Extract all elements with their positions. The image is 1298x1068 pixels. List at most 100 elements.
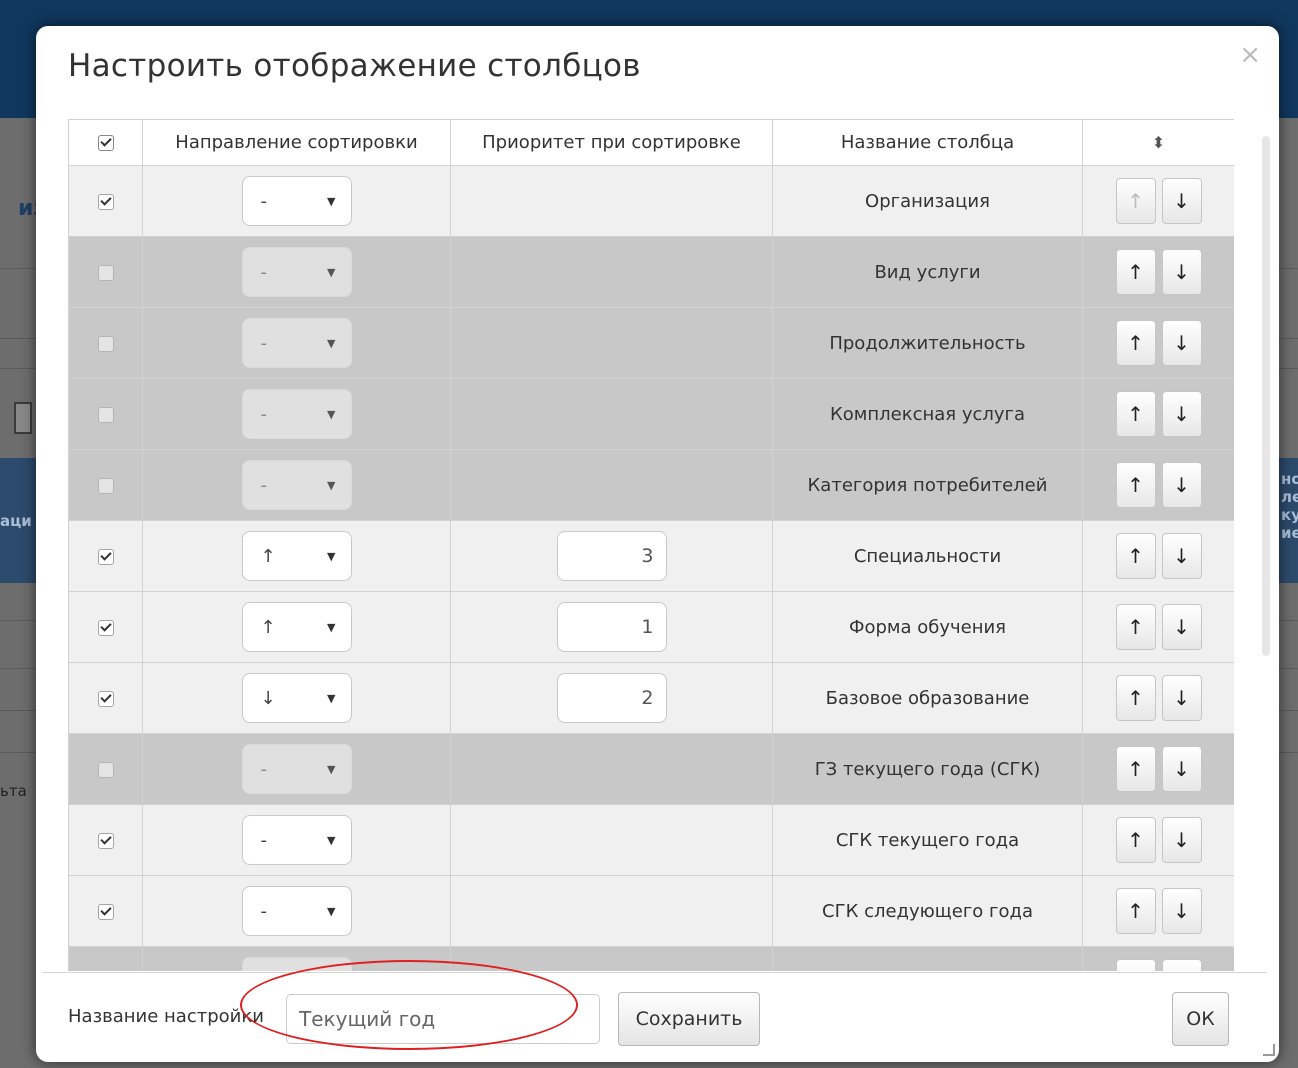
row-visibility-checkbox[interactable] xyxy=(97,548,114,565)
dropdown-arrow-icon: ▼ xyxy=(327,336,336,350)
table-row: - ▼ Продолжительность ↑ ↓ xyxy=(68,307,1234,379)
move-up-button[interactable]: ↑ xyxy=(1115,320,1156,366)
row-priority-cell: 1 xyxy=(450,591,773,663)
sort-direction-select[interactable]: -▼ xyxy=(241,247,352,297)
sort-icon[interactable]: ⬍ xyxy=(1152,133,1165,152)
sort-direction-select[interactable]: ↓ ▼ xyxy=(241,673,352,723)
move-up-button[interactable]: ↑ xyxy=(1115,959,1156,971)
row-priority-cell xyxy=(450,733,773,805)
save-button[interactable]: Сохранить xyxy=(618,992,760,1046)
arrow-down-icon: ↓ xyxy=(1173,686,1190,710)
arrow-up-icon: ↑ xyxy=(1127,189,1144,213)
sort-direction-select[interactable]: -▼ xyxy=(241,744,352,794)
move-down-button[interactable]: ↓ xyxy=(1161,178,1202,224)
row-move-cell: ↑↓ xyxy=(1082,165,1234,237)
move-up-button[interactable]: ↑ xyxy=(1115,249,1156,295)
columns-table-body: - ▼ Организация ↑ ↓ - ▼ Вид услуги ↑ ↓ - ▼ Продолжит… xyxy=(68,165,1234,971)
move-down-button[interactable]: ↓ xyxy=(1161,817,1202,863)
sort-direction-value: - xyxy=(260,474,268,496)
sort-direction-select[interactable]: ↑ ▼ xyxy=(241,602,352,652)
row-column-name: Категория потребителей xyxy=(772,449,1083,521)
background-text: ьта xyxy=(0,782,27,800)
sort-direction-select[interactable]: -▼ xyxy=(241,957,352,971)
row-visibility-checkbox[interactable] xyxy=(97,832,114,849)
row-direction-cell: ↑ ▼ xyxy=(142,591,451,663)
dropdown-arrow-icon: ▼ xyxy=(327,620,336,634)
move-up-button[interactable]: ↑ xyxy=(1115,888,1156,934)
move-up-button[interactable]: ↑ xyxy=(1115,391,1156,437)
arrow-down-icon: ↓ xyxy=(1173,331,1190,355)
move-down-button[interactable]: ↓ xyxy=(1161,320,1202,366)
move-up-button[interactable]: ↑ xyxy=(1115,817,1156,863)
header-column-name: Название столбца xyxy=(772,119,1083,166)
row-direction-cell: -▼ xyxy=(142,946,451,971)
move-down-button[interactable]: ↓ xyxy=(1161,533,1202,579)
columns-grid: Направление сортировки Приоритет при сор… xyxy=(68,119,1234,971)
row-visibility-checkbox[interactable] xyxy=(97,690,114,707)
move-up-button[interactable]: ↑ xyxy=(1115,533,1156,579)
move-up-button[interactable]: ↑ xyxy=(1115,746,1156,792)
move-up-button[interactable]: ↑ xyxy=(1115,604,1156,650)
row-visibility-checkbox[interactable] xyxy=(97,193,114,210)
row-direction-cell: -▼ xyxy=(142,378,451,450)
move-down-button[interactable]: ↓ xyxy=(1161,249,1202,295)
row-direction-cell: -▼ xyxy=(142,875,451,947)
close-icon[interactable]: × xyxy=(1239,40,1261,70)
row-visibility-checkbox[interactable] xyxy=(97,761,114,778)
arrow-up-icon: ↑ xyxy=(1127,473,1144,497)
setting-name-input[interactable]: Текущий год xyxy=(286,994,600,1044)
arrow-up-icon: ↑ xyxy=(1127,757,1144,781)
arrow-up-icon: ↑ xyxy=(1127,615,1144,639)
resize-handle-icon[interactable] xyxy=(1263,1044,1275,1056)
row-visibility-checkbox[interactable] xyxy=(97,335,114,352)
row-visibility-checkbox[interactable] xyxy=(97,903,114,920)
header-reorder[interactable]: ⬍ xyxy=(1082,119,1234,166)
row-priority-cell xyxy=(450,307,773,379)
row-priority-cell: 3 xyxy=(450,520,773,592)
row-column-name: Комплексная услуга xyxy=(772,378,1083,450)
sort-direction-value: - xyxy=(260,758,268,780)
sort-priority-value: 3 xyxy=(641,545,654,567)
move-down-button[interactable]: ↓ xyxy=(1161,604,1202,650)
sort-priority-input[interactable]: 2 xyxy=(556,673,667,723)
move-down-button[interactable]: ↓ xyxy=(1161,462,1202,508)
row-direction-cell: -▼ xyxy=(142,307,451,379)
sort-direction-select[interactable]: -▼ xyxy=(241,389,352,439)
row-direction-cell: ↓ ▼ xyxy=(142,662,451,734)
move-up-button[interactable]: ↑ xyxy=(1115,462,1156,508)
sort-priority-input[interactable]: 1 xyxy=(556,602,667,652)
move-down-button[interactable]: ↓ xyxy=(1161,959,1202,971)
move-up-button[interactable]: ↑ xyxy=(1115,178,1156,224)
background-text: но ле ку ие xyxy=(1281,470,1298,542)
move-down-button[interactable]: ↓ xyxy=(1161,888,1202,934)
sort-direction-select[interactable]: -▼ xyxy=(241,815,352,865)
row-visibility-checkbox[interactable] xyxy=(97,264,114,281)
table-header-row: Направление сортировки Приоритет при сор… xyxy=(68,119,1234,166)
move-down-button[interactable]: ↓ xyxy=(1161,675,1202,721)
sort-direction-select[interactable]: -▼ xyxy=(241,318,352,368)
dropdown-arrow-icon: ▼ xyxy=(327,407,336,421)
header-select-all[interactable] xyxy=(68,119,143,166)
grid-scrollbar[interactable] xyxy=(1262,136,1270,656)
row-visibility-cell xyxy=(68,946,143,971)
row-visibility-checkbox[interactable] xyxy=(97,477,114,494)
sort-priority-input[interactable]: 3 xyxy=(556,531,667,581)
sort-direction-select[interactable]: -▼ xyxy=(241,176,352,226)
sort-direction-select[interactable]: -▼ xyxy=(241,886,352,936)
row-priority-cell xyxy=(450,946,773,971)
move-down-button[interactable]: ↓ xyxy=(1161,391,1202,437)
move-up-button[interactable]: ↑ xyxy=(1115,675,1156,721)
row-move-cell: ↑↓ xyxy=(1082,591,1234,663)
row-priority-cell xyxy=(450,804,773,876)
ok-button[interactable]: ОК xyxy=(1172,992,1229,1046)
row-priority-cell xyxy=(450,875,773,947)
sort-direction-select[interactable]: ↑ ▼ xyxy=(241,531,352,581)
move-down-button[interactable]: ↓ xyxy=(1161,746,1202,792)
sort-direction-value: - xyxy=(260,900,268,922)
row-move-cell: ↑↓ xyxy=(1082,307,1234,379)
row-visibility-checkbox[interactable] xyxy=(97,619,114,636)
select-all-checkbox[interactable] xyxy=(97,135,114,151)
sort-direction-select[interactable]: -▼ xyxy=(241,460,352,510)
table-row: - ▼ Комплексная услуга ↑ ↓ xyxy=(68,378,1234,450)
row-visibility-checkbox[interactable] xyxy=(97,406,114,423)
